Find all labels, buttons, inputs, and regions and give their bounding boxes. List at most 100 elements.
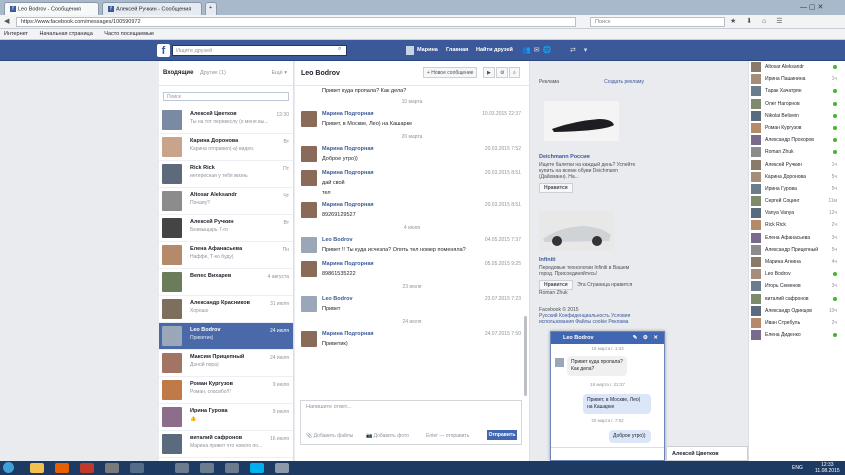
conversation-item[interactable]: Вепес Вихарев 4 августа	[159, 269, 293, 296]
ad-shoe-image[interactable]	[544, 101, 619, 141]
language-indicator[interactable]: ENG	[792, 465, 803, 471]
chat-input[interactable]	[551, 447, 664, 460]
ad-car-image[interactable]	[539, 211, 614, 251]
chat-contact[interactable]: Марина Агнина 4ч	[749, 256, 845, 268]
folder-icon[interactable]	[30, 463, 44, 473]
browser-search-input[interactable]: Поиск	[590, 17, 725, 27]
date-separator: 20 марта	[401, 134, 423, 140]
gear-icon[interactable]: ⚙	[496, 67, 509, 78]
chat-contact[interactable]: Altosar Aleksandr	[749, 61, 845, 73]
conversation-item[interactable]: Leo Bodrov Приветик) 24 июля	[159, 323, 293, 350]
conversation-item[interactable]: Александр Красников Хорошо 31 июля	[159, 296, 293, 323]
search-icon[interactable]: ⌕	[338, 46, 341, 53]
conversation-item[interactable]: Altosar Aleksandr Понаяу? Чт	[159, 188, 293, 215]
settings-icon[interactable]: ⇄ ▾	[570, 46, 590, 54]
clock[interactable]: 12:33 11.08.2015	[815, 462, 840, 474]
firefox-icon[interactable]	[55, 463, 69, 473]
conversation-item[interactable]: Алексей Ручкин Безмыщарь 7-го Вт	[159, 215, 293, 242]
app-icon[interactable]	[200, 463, 214, 473]
conversation-item[interactable]: Ирина Гурова 👍 9 июля	[159, 404, 293, 431]
nav-home[interactable]: Главная	[446, 47, 468, 53]
chat-contact[interactable]: Елена Диденко	[749, 329, 845, 341]
create-ad-link[interactable]: Создать рекламу	[604, 79, 644, 85]
conversation-item[interactable]: Карина Доронова Карина отправил(-а) видео…	[159, 134, 293, 161]
reply-input[interactable]: Напишите ответ...	[301, 401, 521, 423]
close-icon[interactable]: ✎ ⚙ ✕	[633, 335, 660, 341]
skype-icon[interactable]	[250, 463, 264, 473]
chat-contact[interactable]: Игорь Семенов 3ч	[749, 280, 845, 292]
back-icon[interactable]: ◀	[4, 17, 9, 25]
chat-contact[interactable]: Leo Bodrov	[749, 268, 845, 280]
conversation-item[interactable]: Алексей Цветков Ты на тот перевеслу (о ме…	[159, 107, 293, 134]
bookmark-start-page[interactable]: Начальная страница	[40, 31, 93, 37]
chat-contact[interactable]: Елена Афанасьева 3ч	[749, 232, 845, 244]
thread-scroll[interactable]: Привет куда пропала? Как дела? 10 марта М…	[295, 86, 529, 398]
tab-other[interactable]: Другие (1)	[200, 70, 226, 76]
chat-contact[interactable]: Ирина Пашинина 1ч	[749, 73, 845, 85]
app-icon[interactable]	[275, 463, 289, 473]
footer-links[interactable]: Русский Конфиденциальность Условия испол…	[539, 313, 630, 325]
conversation-search-input[interactable]: Поиск	[163, 92, 289, 101]
app-icon[interactable]	[225, 463, 239, 473]
chat-contact[interactable]: Олег Нагорнов	[749, 98, 845, 110]
chat-window-header[interactable]: Leo Bodrov ✎ ⚙ ✕	[551, 332, 664, 344]
app-icon[interactable]	[130, 463, 144, 473]
nav-find-friends[interactable]: Найти друзей	[476, 47, 513, 53]
last-active-time: 1ч	[831, 161, 837, 168]
chat-contact[interactable]: Сергей Социнг 11м	[749, 195, 845, 207]
chat-contact[interactable]: Ирина Гурова 5ч	[749, 183, 845, 195]
nav-profile[interactable]: Марина	[417, 47, 438, 53]
enter-to-send-checkbox[interactable]: Enter — отправить	[426, 433, 469, 439]
like-button[interactable]: Нравится	[539, 183, 573, 193]
bookmark-internet[interactable]: Интернет	[4, 31, 28, 37]
conversation-item[interactable]: Роман Кургузов Роман, спасибо!!! 9 июля	[159, 377, 293, 404]
conversation-item[interactable]: Максим Прицепный Доной пора) 24 июля	[159, 350, 293, 377]
url-field[interactable]: https://www.facebook.com/messages/100590…	[16, 17, 576, 27]
ad-deichmann[interactable]: Deichmann Россия Ищете балетки на каждый…	[539, 154, 644, 193]
chat-contact[interactable]: Александр Одинцов 10ч	[749, 305, 845, 317]
scrollbar[interactable]	[524, 316, 527, 396]
video-call-icon[interactable]: ▶	[483, 67, 495, 78]
chat-contact[interactable]: виталий сафронов	[749, 293, 845, 305]
chat-contact[interactable]: Александр Прохоров	[749, 134, 845, 146]
more-dropdown[interactable]: Ещё ▾	[271, 70, 287, 76]
app-icon[interactable]	[105, 463, 119, 473]
chat-contact[interactable]: Nikolai Belivein	[749, 110, 845, 122]
window-controls[interactable]: — ▢ ✕	[800, 3, 823, 11]
conversation-item[interactable]: Елена Афанасьева Наффе, Т-ко буду) Пн	[159, 242, 293, 269]
conversation-item[interactable]: виталий сафронов Марина привет что нового…	[159, 431, 293, 458]
last-active-time: 4ч	[831, 259, 837, 265]
send-button[interactable]: Отправить	[487, 430, 517, 440]
fb-search-input[interactable]: Ищите друзей	[172, 45, 347, 56]
browser-tab-bar: f Leo Bodrov - Сообщения f Алексей Ручкин …	[0, 0, 845, 15]
tab-inbox[interactable]: Входящие	[163, 70, 193, 76]
chat-contact[interactable]: Роман Кургузов	[749, 122, 845, 134]
tab-aleksey-ruchkin[interactable]: f Алексей Ручкин - Сообщения	[102, 2, 202, 15]
chat-contact[interactable]: Александр Прицепный 5ч	[749, 244, 845, 256]
new-tab-button[interactable]: +	[205, 2, 217, 15]
conversation-name: Altosar Aleksandr	[190, 192, 237, 198]
app-icon[interactable]	[80, 463, 94, 473]
ad-infiniti[interactable]: Infiniti Передовые технологии Infiniti в…	[539, 257, 644, 296]
chat-contact[interactable]: Vanya Vanya 12ч	[749, 207, 845, 219]
bookmark-frequent[interactable]: Часто посещаемые	[104, 31, 154, 37]
chat-contact[interactable]: Карина Доронова 5ч	[749, 171, 845, 183]
chat-contact[interactable]: Roman Zhuk	[749, 146, 845, 158]
new-message-button[interactable]: + Новое сообщение	[423, 67, 478, 78]
like-button[interactable]: Нравится	[539, 280, 573, 290]
add-files-button[interactable]: 📎 Добавить файлы	[306, 433, 353, 439]
tab-leo-bodrov[interactable]: f Leo Bodrov - Сообщения	[4, 2, 99, 15]
add-photo-button[interactable]: 📷 Добавить фото	[366, 433, 409, 439]
search-thread-icon[interactable]: ⌕	[509, 67, 520, 78]
start-button-icon[interactable]	[3, 462, 14, 473]
conversation-item[interactable]: Rick Rick интересная у тебя жизнь Пт	[159, 161, 293, 188]
friend-requests-icon[interactable]: 👥✉🌐	[522, 46, 554, 54]
facebook-logo[interactable]: f	[157, 44, 170, 57]
toolbar-icons[interactable]: ★ ⬇ ⌂ ☰	[730, 17, 786, 25]
chat-contact[interactable]: Иван Стребуль 2ч	[749, 317, 845, 329]
chat-tab-tsvetkov[interactable]: Алексей Цветков	[666, 446, 748, 461]
chat-contact[interactable]: Алексей Ручкин 1ч	[749, 159, 845, 171]
chat-contact[interactable]: Тарак Хачатрян	[749, 85, 845, 97]
chat-contact[interactable]: Rick Rick 2ч	[749, 219, 845, 231]
app-icon[interactable]	[175, 463, 189, 473]
